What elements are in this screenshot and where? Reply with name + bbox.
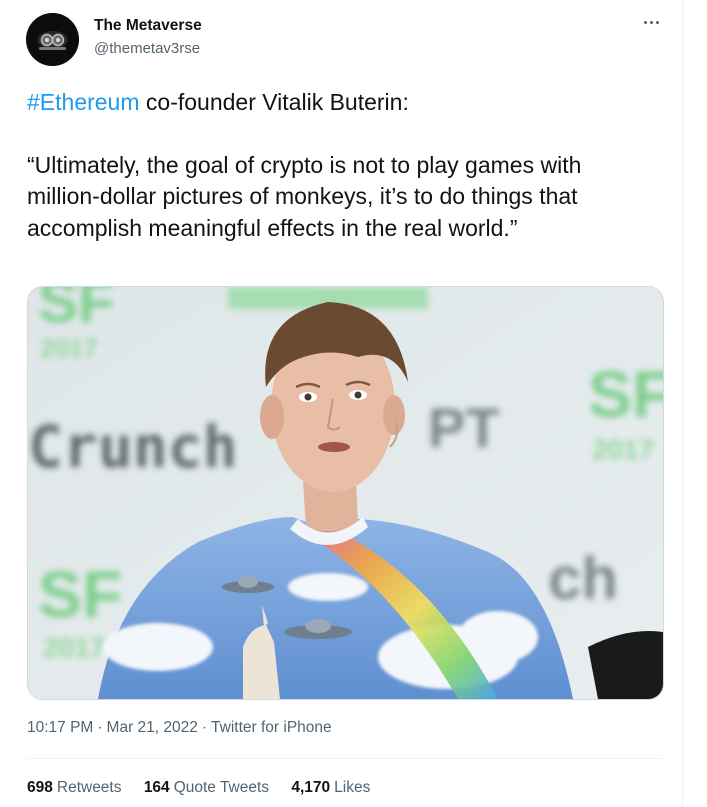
tweet-intro: #Ethereum co-founder Vitalik Buterin:	[27, 87, 657, 119]
tweet-photo[interactable]: Crunch SF 2017 SF 2017 PT ch SF 2017	[27, 286, 664, 700]
backdrop-text: 2017	[592, 434, 654, 465]
quote-tweets-label: Quote Tweets	[173, 779, 270, 796]
quote-tweets-stat[interactable]: 164 Quote Tweets	[144, 779, 269, 797]
tweet-stats: 698 Retweets 164 Quote Tweets 4,170 Likes	[27, 779, 388, 797]
backdrop-text: ch	[548, 545, 618, 612]
tweet-intro-text: co-founder Vitalik Buterin:	[139, 89, 409, 115]
meta-separator: ·	[201, 719, 208, 736]
backdrop-text: PT	[428, 396, 500, 459]
tweet-time[interactable]: 10:17 PM	[27, 719, 93, 736]
backdrop-text: 2017	[40, 333, 98, 363]
tweet-meta: 10:17 PM · Mar 21, 2022 · Twitter for iPhone	[27, 719, 332, 737]
tweet-source[interactable]: Twitter for iPhone	[211, 719, 332, 736]
divider	[27, 758, 663, 759]
backdrop-text: 2017	[43, 632, 105, 663]
likes-count: 4,170	[291, 779, 331, 796]
quote-tweets-count: 164	[143, 779, 170, 796]
retweets-count: 698	[27, 779, 53, 796]
hashtag-link[interactable]: #Ethereum	[27, 89, 140, 115]
display-name[interactable]: The Metaverse	[94, 17, 202, 35]
retweets-label: Retweets	[56, 779, 122, 796]
more-icon[interactable]	[640, 14, 664, 30]
tweet-text: #Ethereum co-founder Vitalik Buterin: “U…	[27, 87, 657, 244]
backdrop-text: SF	[38, 287, 115, 335]
meta-separator: ·	[97, 719, 103, 736]
tweet-date[interactable]: Mar 21, 2022	[107, 719, 198, 736]
backdrop-text: SF	[38, 557, 122, 631]
avatar-image	[26, 13, 79, 66]
retweets-stat[interactable]: 698 Retweets	[27, 779, 122, 797]
tweet-card: The Metaverse @themetav3rse #Ethereum co…	[0, 0, 683, 807]
tweet-photo-image: Crunch SF 2017 SF 2017 PT ch SF 2017	[28, 287, 663, 699]
likes-label: Likes	[334, 779, 371, 796]
user-handle[interactable]: @themetav3rse	[94, 40, 200, 57]
avatar[interactable]	[26, 13, 79, 66]
likes-stat[interactable]: 4,170 Likes	[291, 779, 370, 797]
backdrop-text: Crunch	[28, 413, 238, 481]
backdrop-text: SF	[588, 357, 663, 431]
tweet-quote: “Ultimately, the goal of crypto is not t…	[27, 151, 582, 241]
